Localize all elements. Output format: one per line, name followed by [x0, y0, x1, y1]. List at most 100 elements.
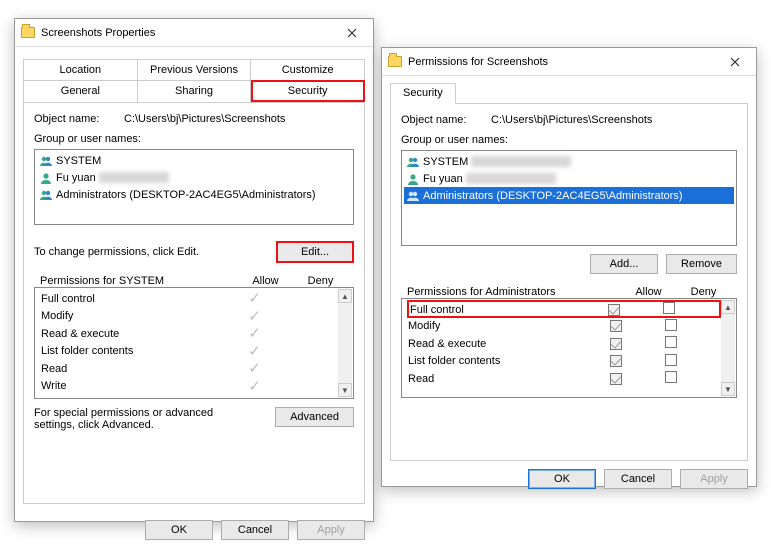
perm-row-read: Read [408, 370, 720, 388]
tabs-row-1: Location Previous Versions Customize [15, 53, 373, 80]
perm-row-modify: Modify✓ [41, 308, 337, 326]
scroll-down-icon[interactable]: ▼ [338, 383, 352, 397]
users-icon [39, 188, 53, 202]
security-panel: Object name: C:\Users\bj\Pictures\Screen… [390, 103, 748, 461]
allow-checkbox[interactable] [610, 355, 622, 367]
users-listbox[interactable]: SYSTEM Fu yuan Administrators (DESKTOP-2… [401, 150, 737, 246]
allow-check-icon: ✓ [227, 291, 282, 306]
perm-row-list: List folder contents✓ [41, 343, 337, 361]
allow-check-icon: ✓ [227, 344, 282, 359]
list-item-label: Administrators (DESKTOP-2AC4EG5\Administ… [423, 190, 683, 202]
properties-button-row: OK Cancel Apply [15, 512, 373, 548]
perm-label: Read & execute [41, 328, 227, 340]
object-name-label: Object name: [401, 114, 491, 126]
perm-row-read: Read✓ [41, 360, 337, 378]
object-path: C:\Users\bj\Pictures\Screenshots [491, 114, 652, 126]
list-item-label: Administrators (DESKTOP-2AC4EG5\Administ… [56, 189, 316, 201]
allow-check-icon: ✓ [227, 361, 282, 376]
permissions-checklist: Full control Modify Read & execute List … [401, 298, 737, 398]
col-deny: Deny [293, 275, 348, 287]
list-item-label: SYSTEM [423, 156, 468, 168]
col-deny: Deny [676, 286, 731, 298]
deny-checkbox[interactable] [665, 319, 677, 331]
scroll-down-icon[interactable]: ▼ [721, 382, 735, 396]
list-item-label: SYSTEM [56, 155, 101, 167]
scrollbar[interactable]: ▲▼ [338, 289, 352, 397]
scrollbar[interactable]: ▲▼ [721, 300, 735, 396]
allow-checkbox[interactable] [610, 373, 622, 385]
deny-checkbox[interactable] [663, 302, 675, 314]
tab-sharing[interactable]: Sharing [138, 80, 252, 102]
apply-button[interactable]: Apply [680, 469, 748, 489]
redacted-text [471, 156, 571, 167]
allow-check-icon: ✓ [227, 309, 282, 324]
close-icon[interactable] [720, 52, 750, 72]
tab-previous-versions[interactable]: Previous Versions [138, 59, 252, 80]
properties-titlebar[interactable]: Screenshots Properties [15, 19, 373, 47]
group-label: Group or user names: [34, 133, 354, 145]
col-allow: Allow [238, 275, 293, 287]
scroll-up-icon[interactable]: ▲ [721, 300, 735, 314]
object-path: C:\Users\bj\Pictures\Screenshots [124, 113, 285, 125]
users-icon [39, 154, 53, 168]
permissions-title: Permissions for SYSTEM [40, 275, 238, 287]
scroll-up-icon[interactable]: ▲ [338, 289, 352, 303]
ok-button[interactable]: OK [145, 520, 213, 540]
deny-checkbox[interactable] [665, 371, 677, 383]
perm-label: Modify [408, 320, 610, 332]
remove-button[interactable]: Remove [666, 254, 737, 274]
allow-check-icon: ✓ [227, 326, 282, 341]
perm-label: List folder contents [41, 345, 227, 357]
redacted-text [466, 173, 556, 184]
perm-label: Write [41, 380, 227, 392]
cancel-button[interactable]: Cancel [221, 520, 289, 540]
list-item-label: Fu yuan [56, 172, 96, 184]
perm-row-full: Full control✓ [41, 290, 337, 308]
add-button[interactable]: Add... [590, 254, 658, 274]
deny-checkbox[interactable] [665, 336, 677, 348]
permissions-list: Full control✓ Modify✓ Read & execute✓ Li… [34, 287, 354, 399]
permissions-button-row: OK Cancel Apply [382, 461, 756, 497]
allow-checkbox[interactable] [608, 304, 620, 316]
change-permissions-hint: To change permissions, click Edit. [34, 246, 199, 258]
tabs-row-2: General Sharing Security [15, 80, 373, 102]
ok-button[interactable]: OK [528, 469, 596, 489]
allow-checkbox[interactable] [610, 320, 622, 332]
perm-row-write: Write✓ [41, 378, 337, 396]
list-item-administrators[interactable]: Administrators (DESKTOP-2AC4EG5\Administ… [404, 187, 734, 204]
col-allow: Allow [621, 286, 676, 298]
user-icon [39, 171, 53, 185]
perm-label: Read [41, 363, 227, 375]
tab-security[interactable]: Security [390, 83, 456, 104]
tab-general[interactable]: General [23, 80, 138, 102]
advanced-button[interactable]: Advanced [275, 407, 354, 427]
permissions-titlebar[interactable]: Permissions for Screenshots [382, 48, 756, 76]
list-item-label: Fu yuan [423, 173, 463, 185]
list-item-system[interactable]: SYSTEM [37, 152, 351, 169]
apply-button[interactable]: Apply [297, 520, 365, 540]
perm-row-modify: Modify [408, 318, 720, 336]
users-listbox[interactable]: SYSTEM Fu yuan Administrators (DESKTOP-2… [34, 149, 354, 225]
cancel-button[interactable]: Cancel [604, 469, 672, 489]
list-item-administrators[interactable]: Administrators (DESKTOP-2AC4EG5\Administ… [37, 186, 351, 203]
list-item-system[interactable]: SYSTEM [404, 153, 734, 170]
edit-button[interactable]: Edit... [276, 241, 354, 263]
users-icon [406, 155, 420, 169]
close-icon[interactable] [337, 23, 367, 43]
list-item-fuyuan[interactable]: Fu yuan [404, 170, 734, 187]
tab-security[interactable]: Security [251, 80, 365, 102]
object-name-label: Object name: [34, 113, 124, 125]
folder-icon [21, 27, 35, 38]
perm-row-rx: Read & execute [408, 335, 720, 353]
redacted-text [99, 172, 169, 183]
permissions-title: Permissions for Screenshots [408, 56, 548, 68]
perm-label: Full control [41, 293, 227, 305]
deny-checkbox[interactable] [665, 354, 677, 366]
users-icon [406, 189, 420, 203]
list-item-fuyuan[interactable]: Fu yuan [37, 169, 351, 186]
advanced-hint: For special permissions or advanced sett… [34, 407, 244, 431]
allow-checkbox[interactable] [610, 338, 622, 350]
perm-label: Modify [41, 310, 227, 322]
tab-location[interactable]: Location [23, 59, 138, 80]
tab-customize[interactable]: Customize [251, 59, 365, 80]
